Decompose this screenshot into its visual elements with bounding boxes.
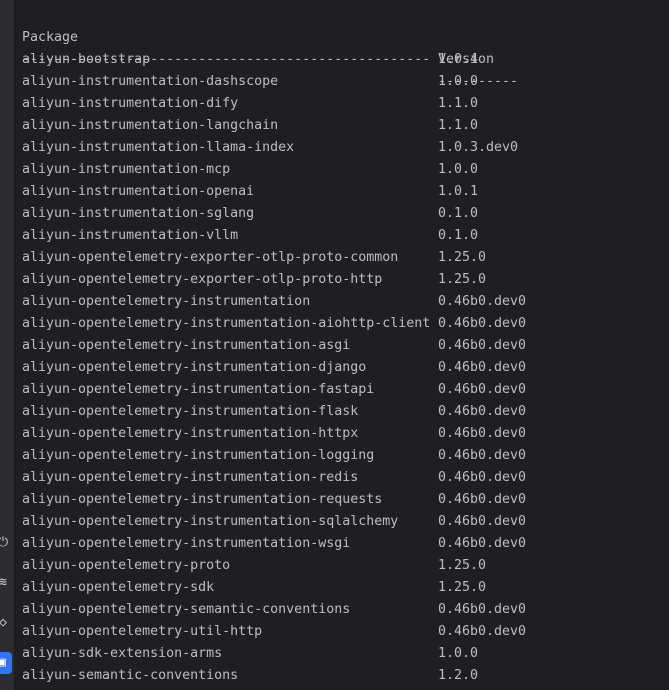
table-row: aliyun-opentelemetry-instrumentation-sql… — [22, 511, 526, 533]
package-version: 0.46b0.dev0 — [438, 360, 527, 375]
table-header: Package Version — [22, 5, 494, 67]
package-version: 0.46b0.dev0 — [438, 316, 527, 331]
package-name: aliyun-opentelemetry-instrumentation-req… — [22, 492, 383, 507]
package-name: aliyun-opentelemetry-instrumentation-red… — [22, 470, 359, 485]
package-version: 1.25.0 — [438, 580, 487, 595]
diamond-icon[interactable]: ◇ — [0, 614, 12, 632]
package-version: 1.25.0 — [438, 250, 487, 265]
table-row: aliyun-opentelemetry-semantic-convention… — [22, 599, 526, 621]
table-row: aliyun-opentelemetry-instrumentation-asg… — [22, 335, 526, 357]
package-name: aliyun-opentelemetry-instrumentation-wsg… — [22, 536, 351, 551]
package-version: 1.0.4 — [438, 52, 479, 67]
package-version: 1.0.0 — [438, 646, 479, 661]
package-version: 0.1.0 — [438, 206, 479, 221]
terminal-output[interactable]: Package Version ------------------------… — [22, 5, 526, 687]
package-version: 1.2.0 — [438, 668, 479, 683]
table-row: aliyun-instrumentation-vllm 0.1.0 — [22, 225, 478, 247]
table-row: aliyun-opentelemetry-instrumentation 0.46… — [22, 291, 526, 313]
table-row: aliyun-opentelemetry-util-http 0.46b0.dev… — [22, 621, 526, 643]
package-version: 0.46b0.dev0 — [438, 382, 527, 397]
package-name: aliyun-instrumentation-openai — [22, 184, 255, 199]
package-version: 0.46b0.dev0 — [438, 624, 527, 639]
package-version: 1.25.0 — [438, 558, 487, 573]
package-version: 0.46b0.dev0 — [438, 602, 527, 617]
package-name: aliyun-opentelemetry-instrumentation-htt… — [22, 426, 359, 441]
table-row: aliyun-instrumentation-dashscope 1.0.0 — [22, 71, 478, 93]
package-version: 1.0.3.dev0 — [438, 140, 519, 155]
package-name: aliyun-opentelemetry-util-http — [22, 624, 263, 639]
terminal-icon[interactable]: ▣ — [0, 652, 12, 674]
package-name: aliyun-opentelemetry-exporter-otlp-proto… — [22, 272, 383, 287]
table-row: aliyun-instrumentation-mcp 1.0.0 — [22, 159, 478, 181]
package-name: aliyun-opentelemetry-sdk — [22, 580, 215, 595]
table-row: aliyun-opentelemetry-proto 1.25.0 — [22, 555, 486, 577]
package-version: 0.1.0 — [438, 228, 479, 243]
table-row: aliyun-opentelemetry-instrumentation-req… — [22, 489, 526, 511]
package-name: aliyun-instrumentation-vllm — [22, 228, 239, 243]
package-version: 0.46b0.dev0 — [438, 294, 527, 309]
package-name: aliyun-semantic-conventions — [22, 668, 239, 683]
package-version: 1.0.1 — [438, 184, 479, 199]
package-name: aliyun-instrumentation-sglang — [22, 206, 255, 221]
package-version: 0.46b0.dev0 — [438, 492, 527, 507]
package-name: aliyun-instrumentation-llama-index — [22, 140, 295, 155]
table-row: aliyun-semantic-conventions 1.2.0 — [22, 665, 478, 687]
table-row: aliyun-opentelemetry-instrumentation-fas… — [22, 379, 526, 401]
tool-window-sidebar: ⏻ ≋ ◇ ▣ — [0, 0, 15, 690]
table-row: aliyun-opentelemetry-sdk 1.25.0 — [22, 577, 486, 599]
package-version: 1.0.0 — [438, 162, 479, 177]
table-row: aliyun-opentelemetry-exporter-otlp-proto… — [22, 247, 486, 269]
table-row: aliyun-opentelemetry-exporter-otlp-proto… — [22, 269, 486, 291]
package-name: aliyun-opentelemetry-proto — [22, 558, 231, 573]
table-row: aliyun-instrumentation-langchain 1.1.0 — [22, 115, 478, 137]
table-row: aliyun-instrumentation-llama-index 1.0.3.… — [22, 137, 518, 159]
table-row: aliyun-opentelemetry-instrumentation-aio… — [22, 313, 526, 335]
package-name: aliyun-opentelemetry-exporter-otlp-proto… — [22, 250, 399, 265]
package-name: aliyun-instrumentation-langchain — [22, 118, 279, 133]
table-row: aliyun-instrumentation-dify 1.1.0 — [22, 93, 478, 115]
package-name: aliyun-opentelemetry-instrumentation-sql… — [22, 514, 399, 529]
package-name: aliyun-instrumentation-dify — [22, 96, 239, 111]
package-version: 1.25.0 — [438, 272, 487, 287]
package-name: aliyun-opentelemetry-instrumentation-asg… — [22, 338, 351, 353]
table-row: aliyun-opentelemetry-instrumentation-dja… — [22, 357, 526, 379]
package-version: 1.1.0 — [438, 96, 479, 111]
package-name: aliyun-opentelemetry-instrumentation-aio… — [22, 316, 431, 331]
layers-icon[interactable]: ≋ — [0, 574, 12, 592]
table-row: aliyun-opentelemetry-instrumentation-red… — [22, 467, 526, 489]
package-name: aliyun-sdk-extension-arms — [22, 646, 223, 661]
table-row: aliyun-bootstrap 1.0.4 — [22, 49, 478, 71]
package-version: 0.46b0.dev0 — [438, 470, 527, 485]
table-row: aliyun-opentelemetry-instrumentation-log… — [22, 445, 526, 467]
package-version: 0.46b0.dev0 — [438, 448, 527, 463]
table-row: aliyun-opentelemetry-instrumentation-wsg… — [22, 533, 526, 555]
package-name: aliyun-instrumentation-mcp — [22, 162, 231, 177]
package-name: aliyun-opentelemetry-instrumentation — [22, 294, 311, 309]
package-name: aliyun-opentelemetry-instrumentation-fla… — [22, 404, 359, 419]
package-name: aliyun-opentelemetry-semantic-convention… — [22, 602, 351, 617]
table-row: aliyun-opentelemetry-instrumentation-htt… — [22, 423, 526, 445]
package-version: 0.46b0.dev0 — [438, 536, 527, 551]
package-name: aliyun-opentelemetry-instrumentation-log… — [22, 448, 375, 463]
package-version: 0.46b0.dev0 — [438, 426, 527, 441]
table-row: aliyun-sdk-extension-arms 1.0.0 — [22, 643, 478, 665]
package-version: 1.0.0 — [438, 74, 479, 89]
package-version: 0.46b0.dev0 — [438, 404, 527, 419]
package-name: aliyun-opentelemetry-instrumentation-fas… — [22, 382, 375, 397]
package-version: 1.1.0 — [438, 118, 479, 133]
plug-icon[interactable]: ⏻ — [0, 534, 12, 552]
package-version: 0.46b0.dev0 — [438, 514, 527, 529]
package-version: 0.46b0.dev0 — [438, 338, 527, 353]
separator-row: ----------------------------------------… — [22, 27, 518, 89]
table-row: aliyun-instrumentation-sglang 0.1.0 — [22, 203, 478, 225]
table-row: aliyun-instrumentation-openai 1.0.1 — [22, 181, 478, 203]
package-name: aliyun-opentelemetry-instrumentation-dja… — [22, 360, 367, 375]
table-row: aliyun-opentelemetry-instrumentation-fla… — [22, 401, 526, 423]
package-name: aliyun-instrumentation-dashscope — [22, 74, 279, 89]
package-name: aliyun-bootstrap — [22, 52, 151, 67]
